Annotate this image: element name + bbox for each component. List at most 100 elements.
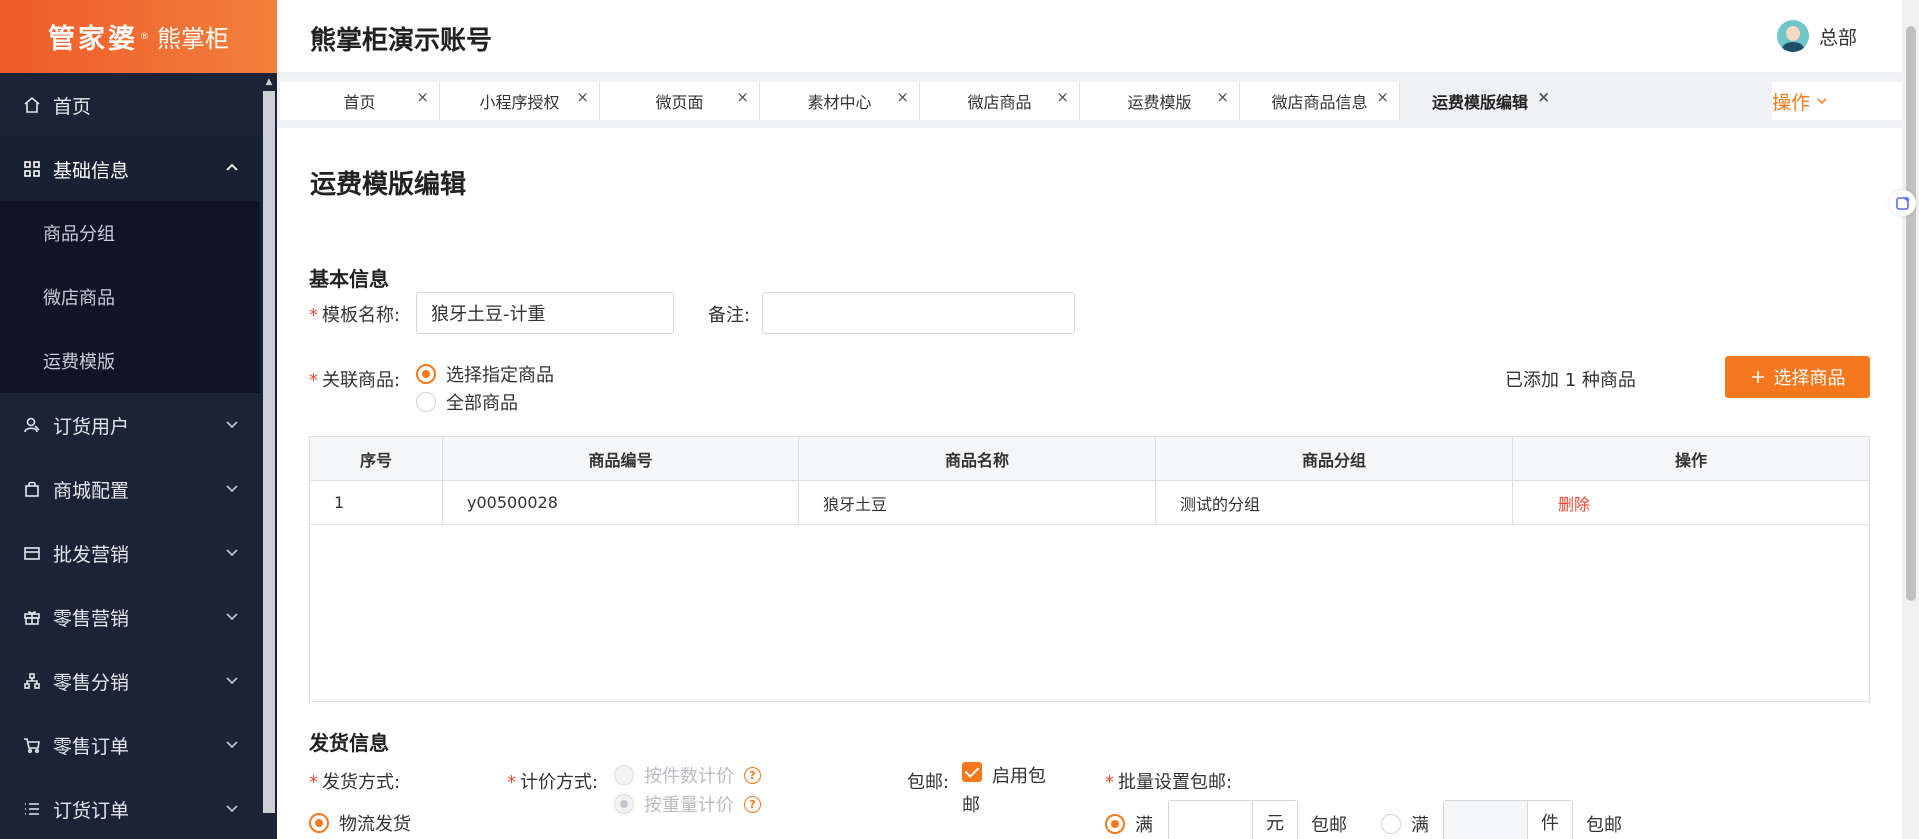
radio-price-by-count[interactable]: 按件数计价 ? <box>614 762 761 788</box>
radio-circle-checked <box>416 364 436 384</box>
free-amount-input[interactable]: 元 <box>1168 800 1298 839</box>
tab-operations-dropdown[interactable]: 操作 <box>1772 82 1917 120</box>
sidebar-item-label: 零售营销 <box>53 607 130 630</box>
close-icon[interactable]: × <box>736 88 749 106</box>
sidebar-item-basic-info[interactable]: 基础信息 <box>0 137 277 201</box>
grid-icon <box>21 158 43 180</box>
assistant-float-icon[interactable] <box>1890 190 1916 216</box>
template-name-input[interactable]: 狼牙土豆-计重 <box>416 292 674 334</box>
page-scrollbar-thumb[interactable] <box>1906 26 1916 601</box>
chevron-up-icon <box>226 163 238 171</box>
cart-icon <box>21 734 43 756</box>
user-menu[interactable]: 总部 <box>1776 20 1857 52</box>
tab-home[interactable]: 首页 × <box>280 82 440 120</box>
sidebar-subitem-label: 商品分组 <box>43 224 115 245</box>
tab-shop-product-info[interactable]: 微店商品信息 × <box>1240 82 1400 120</box>
sidebar-item-label: 订货订单 <box>53 799 130 822</box>
column-header-action: 操作 <box>1674 450 1707 470</box>
help-icon[interactable]: ? <box>744 766 761 784</box>
free-count-field[interactable] <box>1444 801 1527 839</box>
sidebar-subitem-label: 运费模版 <box>43 352 115 373</box>
scroll-up-icon[interactable]: ▲ <box>263 76 275 88</box>
chevron-down-icon <box>226 549 238 557</box>
free-count-input[interactable]: 件 <box>1443 800 1573 839</box>
user-name: 总部 <box>1818 26 1857 49</box>
close-icon[interactable]: × <box>416 88 429 106</box>
sidebar-item-label: 零售分销 <box>53 671 130 694</box>
sidebar-item-label: 首页 <box>53 95 92 118</box>
close-icon[interactable]: × <box>1216 88 1229 106</box>
top-header: 熊掌柜演示账号 总部 <box>277 0 1919 73</box>
batch-free-shipping-label: * 批量设置包邮: <box>1105 772 1233 793</box>
radio-circle-checked <box>309 813 329 833</box>
home-icon <box>21 94 43 116</box>
chevron-down-icon <box>1817 98 1827 105</box>
page-scrollbar[interactable] <box>1902 0 1919 839</box>
sidebar-subitem-shop-products[interactable]: 微店商品 <box>0 265 277 329</box>
tab-label: 素材中心 <box>807 93 872 112</box>
sidebar-item-home[interactable]: 首页 <box>0 73 277 137</box>
table-header: 序号 商品编号 商品名称 商品分组 操作 <box>310 437 1869 481</box>
sidebar-item-purchase-orders[interactable]: 订货订单 <box>0 777 277 839</box>
sidebar-item-retail-distribution[interactable]: 零售分销 <box>0 649 277 713</box>
user-icon <box>21 414 43 436</box>
chevron-down-icon <box>226 805 238 813</box>
brand-logo[interactable]: 管家婆 ® 熊掌柜 <box>0 0 277 73</box>
tab-miniprogram-auth[interactable]: 小程序授权 × <box>440 82 600 120</box>
tab-label: 运费模版 <box>1127 93 1192 112</box>
tab-shipping-template[interactable]: 运费模版 × <box>1080 82 1240 120</box>
select-products-label: 选择商品 <box>1773 368 1846 389</box>
brand-name-main: 管家婆 <box>48 24 138 55</box>
tab-label: 微页面 <box>655 93 704 112</box>
checkbox-checked <box>962 762 982 782</box>
radio-all-products[interactable]: 全部商品 <box>416 389 518 415</box>
close-icon[interactable]: × <box>1056 88 1069 106</box>
radio-logistics-shipping[interactable]: 物流发货 <box>309 810 411 836</box>
sidebar: 管家婆 ® 熊掌柜 首页 基础信息 商品分组 微店商品 运费模版 订货用户 商城配… <box>0 0 277 839</box>
pricing-method-label: * 计价方式: <box>507 772 599 793</box>
radio-circle-checked <box>1105 814 1125 834</box>
sidebar-item-order-users[interactable]: 订货用户 <box>0 393 277 457</box>
tab-shipping-template-edit[interactable]: 运费模版编辑 × <box>1400 82 1560 120</box>
chevron-down-icon <box>226 421 238 429</box>
tab-label: 运费模版编辑 <box>1431 93 1528 112</box>
tab-micro-page[interactable]: 微页面 × <box>600 82 760 120</box>
radio-selected-products[interactable]: 选择指定商品 <box>416 361 554 387</box>
delete-link[interactable]: 删除 <box>1513 481 1869 524</box>
free-shipping-checkbox[interactable]: 启用包 <box>962 762 1046 788</box>
column-header-index: 序号 <box>310 437 443 480</box>
sidebar-item-label: 零售订单 <box>53 735 130 758</box>
sidebar-subitem-product-group[interactable]: 商品分组 <box>0 201 277 265</box>
radio-price-by-weight[interactable]: 按重量计价 ? <box>614 791 761 817</box>
help-icon[interactable]: ? <box>744 795 761 813</box>
radio-circle-disabled-checked <box>614 794 634 814</box>
brand-reg-mark: ® <box>140 31 149 42</box>
section-basic-info: 基本信息 <box>309 267 389 291</box>
free-amount-field[interactable] <box>1169 801 1252 839</box>
radio-free-by-amount[interactable]: 满 <box>1105 811 1153 837</box>
sidebar-item-wholesale-marketing[interactable]: 批发营销 <box>0 521 277 585</box>
close-icon[interactable]: × <box>896 88 909 106</box>
select-products-button[interactable]: 选择商品 <box>1725 356 1870 398</box>
sidebar-item-retail-orders[interactable]: 零售订单 <box>0 713 277 777</box>
radio-free-by-count[interactable]: 满 <box>1381 811 1429 837</box>
tab-list: 首页 × 小程序授权 × 微页面 × 素材中心 × 微店商品 × 运费模版 × 微店商品信息… <box>280 82 1560 120</box>
sidebar-scrollbar-thumb[interactable] <box>263 91 275 813</box>
remark-input[interactable] <box>762 292 1075 334</box>
sidebar-item-retail-marketing[interactable]: 零售营销 <box>0 585 277 649</box>
tab-shop-products[interactable]: 微店商品 × <box>920 82 1080 120</box>
sidebar-subitem-shipping-template[interactable]: 运费模版 <box>0 329 277 393</box>
column-header-name: 商品名称 <box>799 437 1156 480</box>
section-shipping-info: 发货信息 <box>309 731 389 755</box>
sidebar-item-mall-config[interactable]: 商城配置 <box>0 457 277 521</box>
list-icon <box>21 798 43 820</box>
column-header-code: 商品编号 <box>443 437 799 480</box>
chevron-down-icon <box>226 485 238 493</box>
sidebar-scrollbar[interactable]: ▲ <box>260 75 277 839</box>
close-icon[interactable]: × <box>1376 88 1389 106</box>
close-icon[interactable]: × <box>1537 88 1550 106</box>
tab-material-center[interactable]: 素材中心 × <box>760 82 920 120</box>
close-icon[interactable]: × <box>576 88 589 106</box>
plus-icon <box>1751 371 1764 383</box>
share-tree-icon <box>21 670 43 692</box>
